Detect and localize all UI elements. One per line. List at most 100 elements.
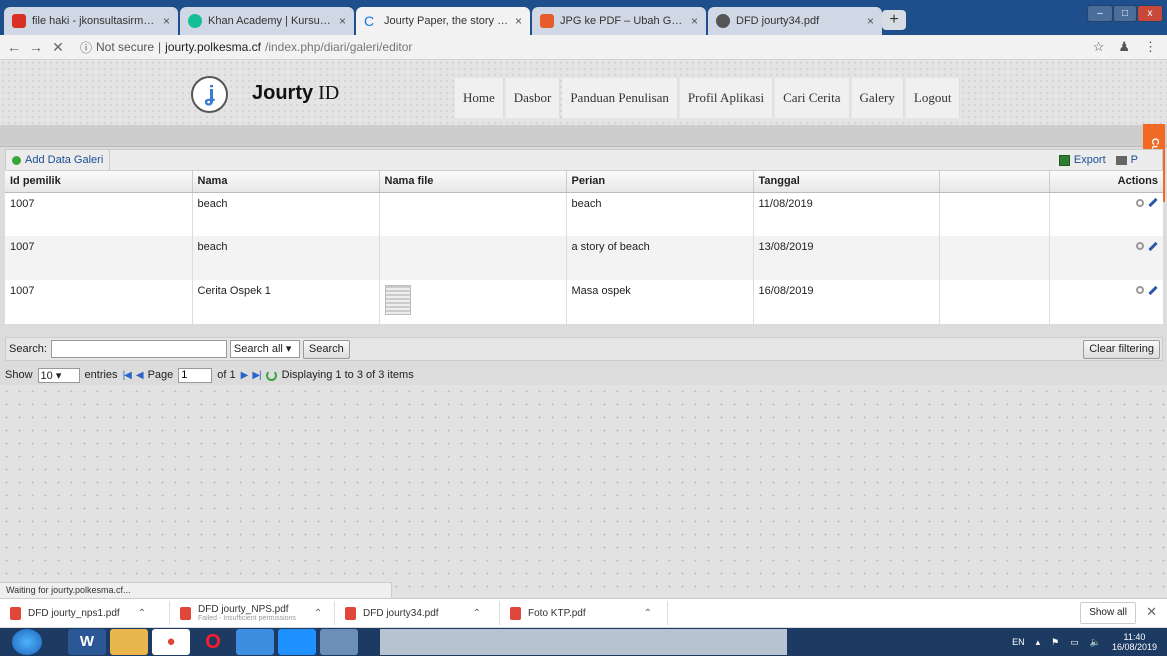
volume-icon[interactable]: 🔈: [1090, 637, 1101, 648]
bookmark-star-icon[interactable]: ☆: [1093, 39, 1105, 55]
excel-icon[interactable]: [1058, 154, 1070, 166]
word-icon[interactable]: W: [68, 629, 106, 655]
download-filename: DFD jourty34.pdf: [363, 607, 439, 619]
language-indicator[interactable]: EN: [1012, 637, 1025, 647]
close-tab-icon[interactable]: ×: [339, 14, 346, 28]
tab-dfd-pdf[interactable]: DFD jourty34.pdf ×: [708, 7, 882, 35]
chevron-up-icon[interactable]: ⌃: [138, 608, 146, 619]
cell-id: 1007: [5, 192, 193, 236]
column-perian[interactable]: Perian: [566, 171, 754, 193]
column-nama[interactable]: Nama: [192, 171, 380, 193]
tray-expand-icon[interactable]: ▴: [1036, 637, 1041, 648]
clock[interactable]: 11:40 16/08/2019: [1112, 632, 1157, 652]
add-data-galeri-button[interactable]: Add Data Galeri: [6, 150, 111, 170]
pdf-icon: [180, 606, 191, 620]
column-id-pemilik[interactable]: Id pemilik: [5, 171, 193, 193]
chevron-up-icon[interactable]: ⌃: [473, 608, 481, 619]
tab-khan-academy[interactable]: Khan Academy | Kursus, Pelajaran ×: [180, 7, 354, 35]
new-tab-button[interactable]: +: [882, 10, 906, 30]
tab-title: file haki - jkonsultasirm@gmail.co: [32, 15, 157, 27]
download-item[interactable]: Foto KTP.pdf ⌃: [500, 601, 668, 625]
download-item[interactable]: DFD jourty34.pdf ⌃: [335, 601, 500, 625]
menu-cari-cerita[interactable]: Cari Cerita: [775, 78, 850, 118]
cell-tanggal: 11/08/2019: [753, 192, 940, 236]
table-row[interactable]: 1007 beach a story of beach 13/08/2019: [5, 236, 1163, 280]
close-tab-icon[interactable]: ×: [515, 14, 522, 28]
view-icon[interactable]: [1136, 242, 1144, 250]
network-icon[interactable]: ▭: [1070, 637, 1079, 648]
globe-icon: [716, 14, 730, 28]
extension-icon[interactable]: ♟: [1118, 39, 1130, 55]
file-thumbnail[interactable]: [384, 285, 411, 315]
column-nama-file[interactable]: Nama file: [379, 171, 567, 193]
calculator-icon[interactable]: [278, 629, 316, 655]
view-icon[interactable]: [1136, 286, 1144, 294]
chevron-up-icon[interactable]: ⌃: [314, 608, 322, 619]
menu-profil-aplikasi[interactable]: Profil Aplikasi: [679, 78, 774, 118]
menu-logout[interactable]: Logout: [905, 78, 961, 118]
minimize-button[interactable]: –: [1087, 5, 1113, 22]
menu-kebab-icon[interactable]: ⋮: [1144, 39, 1157, 55]
search-button[interactable]: Search: [302, 339, 350, 359]
last-page-icon[interactable]: ▶|: [252, 370, 261, 381]
print-icon[interactable]: [1115, 155, 1127, 165]
back-icon[interactable]: ←: [6, 39, 22, 55]
table-row[interactable]: 1007 beach beach 11/08/2019: [5, 192, 1163, 236]
edit-icon[interactable]: [1148, 241, 1158, 251]
app-icon[interactable]: [236, 629, 274, 655]
url-field[interactable]: ⓘ Not secure | jourty.polkesma.cf/index.…: [80, 39, 412, 56]
info-icon[interactable]: ⓘ: [80, 39, 92, 56]
menu-panduan-penulisan[interactable]: Panduan Penulisan: [562, 78, 678, 118]
download-filename: DFD jourty_nps1.pdf: [28, 607, 120, 619]
jourty-logo[interactable]: ʝ: [191, 76, 228, 113]
entries-select[interactable]: 10 ▾: [37, 367, 80, 383]
show-all-downloads-button[interactable]: Show all: [1080, 602, 1136, 624]
edit-icon[interactable]: [1148, 197, 1158, 208]
table-row[interactable]: 1007 Cerita Ospek 1 Masa ospek 16/08/201…: [5, 280, 1163, 324]
chevron-up-icon[interactable]: ⌃: [644, 608, 652, 619]
menu-dasbor[interactable]: Dasbor: [505, 78, 561, 118]
close-tab-icon[interactable]: ×: [163, 14, 170, 28]
tab-gmail[interactable]: file haki - jkonsultasirm@gmail.co ×: [4, 7, 178, 35]
taskbar-active-window[interactable]: [380, 629, 787, 655]
header-divider-band: [0, 125, 1167, 147]
view-icon[interactable]: [1136, 198, 1144, 207]
stop-icon[interactable]: ✕: [50, 39, 66, 56]
cell-file: [379, 280, 567, 324]
file-explorer-icon[interactable]: [110, 629, 148, 655]
first-page-icon[interactable]: |◀: [123, 370, 132, 381]
start-button-icon[interactable]: [12, 629, 42, 655]
print-button[interactable]: P: [1131, 154, 1138, 166]
column-tanggal[interactable]: Tanggal: [753, 171, 940, 193]
flag-icon[interactable]: ⚑: [1051, 637, 1059, 648]
menu-home[interactable]: Home: [455, 78, 504, 118]
brand-name[interactable]: Jourty ID: [252, 82, 339, 105]
forward-icon[interactable]: →: [28, 39, 44, 55]
cell-actions: [1049, 280, 1163, 324]
search-mode-select[interactable]: Search all ▾: [229, 340, 300, 358]
cell-id: 1007: [5, 236, 193, 280]
download-item[interactable]: DFD jourty_nps1.pdf ⌃: [0, 601, 170, 625]
window-app-icon[interactable]: [320, 629, 358, 655]
refresh-icon[interactable]: [265, 369, 277, 381]
prev-page-icon[interactable]: ◀: [136, 370, 144, 381]
tab-title: DFD jourty34.pdf: [736, 15, 820, 27]
tab-jourty[interactable]: C Jourty Paper, the story behind us ×: [356, 7, 530, 35]
chrome-icon[interactable]: ●: [152, 629, 190, 655]
close-window-button[interactable]: x: [1137, 5, 1163, 22]
close-tab-icon[interactable]: ×: [691, 14, 698, 28]
tab-jpg-to-pdf[interactable]: JPG ke PDF – Ubah Gambar JPG ×: [532, 7, 706, 35]
page-input[interactable]: [178, 367, 213, 383]
close-downloads-icon[interactable]: ✕: [1146, 604, 1157, 620]
export-button[interactable]: Export: [1074, 154, 1106, 166]
edit-icon[interactable]: [1148, 285, 1158, 295]
opera-icon[interactable]: O: [194, 629, 232, 655]
download-item[interactable]: DFD jourty_NPS.pdf Failed - Insufficient …: [170, 601, 335, 625]
clear-filtering-button[interactable]: Clear filtering: [1083, 340, 1160, 359]
close-tab-icon[interactable]: ×: [867, 14, 874, 28]
maximize-button[interactable]: □: [1113, 5, 1137, 22]
next-page-icon[interactable]: ▶: [241, 370, 249, 381]
search-input[interactable]: [50, 340, 227, 358]
galeri-table: Id pemilik Nama Nama file Perian Tanggal…: [5, 171, 1163, 324]
menu-galery[interactable]: Galery: [851, 78, 904, 118]
